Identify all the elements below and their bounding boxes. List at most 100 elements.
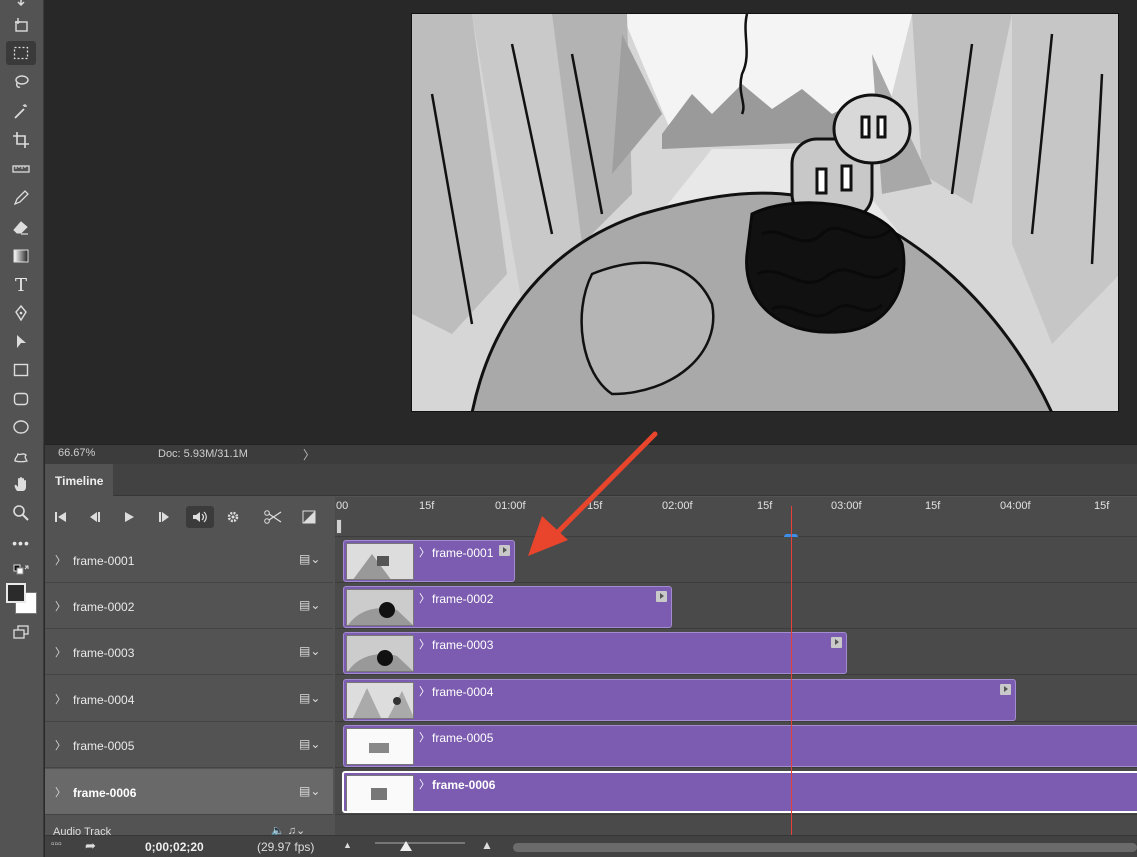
zoom-in-mountain-icon[interactable]: ▲	[481, 838, 493, 852]
ruler-label: 04:00f	[1000, 500, 1031, 512]
gradient-icon[interactable]	[6, 244, 36, 268]
work-area-start-handle[interactable]	[336, 519, 342, 534]
clip-end-marker-icon[interactable]	[1000, 684, 1011, 695]
film-strip-menu-icon[interactable]: ▤⌄	[299, 691, 320, 705]
ruler-icon[interactable]	[6, 157, 36, 181]
tools-panel: T •••	[0, 0, 44, 857]
zoom-out-mountain-icon[interactable]: ▲	[343, 840, 352, 850]
clip-thumbnail	[346, 682, 414, 719]
timeline-header: Timeline	[45, 464, 1137, 496]
layer-row-frame-0003[interactable]: 〉 frame-0003 ▤⌄	[45, 629, 333, 675]
default-colors-icon[interactable]	[6, 560, 36, 584]
lasso-icon[interactable]	[6, 70, 36, 94]
layer-row-frame-0004[interactable]: 〉 frame-0004 ▤⌄	[45, 676, 333, 722]
clip-label: frame-0003	[432, 638, 494, 652]
photoshop-window: T ••• 66.67% Doc: 5.93M/31.1M 〉 Timeline…	[0, 0, 1137, 857]
expand-chevron-icon[interactable]: 〉	[55, 644, 66, 660]
clip-label: frame-0005	[432, 731, 494, 745]
layer-row-frame-0006[interactable]: 〉 frame-0006 ▤⌄	[45, 769, 333, 815]
brush-icon[interactable]	[6, 186, 36, 210]
clip-frame-0006[interactable]: 〉 frame-0006	[342, 771, 1137, 813]
rectangle-icon[interactable]	[6, 358, 36, 382]
more-icon[interactable]: •••	[6, 531, 36, 555]
crop-icon[interactable]	[6, 128, 36, 152]
ruler-label: 15f	[419, 500, 435, 512]
ruler-label: 15f	[1094, 500, 1110, 512]
clip-expand-chevron-icon[interactable]: 〉	[419, 636, 430, 652]
layer-name: frame-0006	[73, 786, 137, 800]
clip-frame-0005[interactable]: 〉 frame-0005	[343, 725, 1137, 767]
transition-icon[interactable]	[297, 506, 321, 528]
clip-frame-0001[interactable]: 〉 frame-0001	[343, 540, 515, 582]
current-timecode[interactable]: 0;00;02;20	[145, 840, 204, 854]
type-icon[interactable]: T	[6, 273, 36, 297]
mute-audio-button[interactable]	[186, 506, 214, 528]
ellipse-icon[interactable]	[6, 415, 36, 439]
path-select-icon[interactable]	[6, 330, 36, 354]
previous-frame-button[interactable]	[83, 506, 107, 528]
eraser-icon[interactable]	[6, 215, 36, 239]
clip-expand-chevron-icon[interactable]: 〉	[419, 683, 430, 699]
clip-label: frame-0006	[432, 778, 496, 792]
film-strip-menu-icon[interactable]: ▤⌄	[299, 644, 320, 658]
split-at-playhead-scissors-icon[interactable]	[261, 506, 285, 528]
hand-icon[interactable]	[6, 472, 36, 496]
clip-expand-chevron-icon[interactable]: 〉	[419, 729, 430, 745]
settings-gear-icon[interactable]	[221, 506, 245, 528]
zoom-slider-thumb[interactable]	[400, 841, 412, 851]
ruler-label: 01:00f	[495, 500, 526, 512]
clip-expand-chevron-icon[interactable]: 〉	[419, 544, 430, 560]
go-to-first-frame-button[interactable]	[49, 506, 73, 528]
rounded-rect-icon[interactable]	[6, 387, 36, 411]
layer-list: 〉 frame-0001 ▤⌄ 〉 frame-0002 ▤⌄ 〉 frame-…	[45, 537, 333, 836]
layer-row-frame-0001[interactable]: 〉 frame-0001 ▤⌄	[45, 537, 333, 583]
tab-timeline[interactable]: Timeline	[45, 464, 113, 496]
clip-label: frame-0002	[432, 592, 494, 606]
play-button[interactable]	[117, 506, 141, 528]
expand-chevron-icon[interactable]: 〉	[55, 691, 66, 707]
foreground-color-swatch[interactable]	[6, 583, 26, 603]
playhead-line	[791, 506, 792, 857]
clip-expand-chevron-icon[interactable]: 〉	[419, 590, 430, 606]
time-ruler[interactable]: 00 15f 01:00f 15f 02:00f 15f 03:00f 15f …	[335, 497, 1137, 569]
clip-frame-0003[interactable]: 〉 frame-0003	[343, 632, 847, 674]
layer-name: frame-0003	[73, 646, 135, 660]
status-menu-arrow[interactable]: 〉	[303, 446, 315, 463]
clip-end-marker-icon[interactable]	[656, 591, 667, 602]
storyboard-artwork[interactable]	[411, 13, 1119, 412]
magic-wand-icon[interactable]	[6, 99, 36, 123]
zoom-icon[interactable]	[6, 501, 36, 525]
timeline-footer: ▫▫▫ ➦ 0;00;02;20 (29.97 fps) ▲ ▲	[45, 835, 1137, 857]
clip-end-marker-icon[interactable]	[831, 637, 842, 648]
layer-row-frame-0002[interactable]: 〉 frame-0002 ▤⌄	[45, 583, 333, 629]
frame-view-icon[interactable]: ▫▫▫	[51, 839, 62, 850]
film-strip-menu-icon[interactable]: ▤⌄	[299, 552, 320, 566]
clip-end-marker-icon[interactable]	[499, 545, 510, 556]
next-frame-button[interactable]	[152, 506, 176, 528]
clip-frame-0004[interactable]: 〉 frame-0004	[343, 679, 1016, 721]
screen-mode-icon[interactable]	[6, 620, 36, 644]
layer-name: frame-0001	[73, 554, 135, 568]
film-strip-menu-icon[interactable]: ▤⌄	[299, 784, 320, 798]
playback-controls	[45, 497, 333, 537]
film-strip-menu-icon[interactable]: ▤⌄	[299, 737, 320, 751]
clip-thumbnail	[346, 775, 414, 811]
color-swatches[interactable]	[5, 582, 39, 616]
timeline-horizontal-scrollbar[interactable]	[513, 843, 1137, 852]
expand-chevron-icon[interactable]: 〉	[55, 552, 66, 568]
expand-chevron-icon[interactable]: 〉	[55, 598, 66, 614]
marquee-icon[interactable]	[6, 41, 36, 65]
render-video-icon[interactable]: ➦	[85, 838, 96, 854]
layer-row-frame-0005[interactable]: 〉 frame-0005 ▤⌄	[45, 722, 333, 768]
expand-chevron-icon[interactable]: 〉	[55, 784, 66, 800]
clip-frame-0002[interactable]: 〉 frame-0002	[343, 586, 672, 628]
pen-icon[interactable]	[6, 301, 36, 325]
zoom-level[interactable]: 66.67%	[58, 447, 95, 459]
expand-chevron-icon[interactable]: 〉	[55, 737, 66, 753]
timeline-zoom-slider[interactable]	[375, 842, 465, 844]
custom-shape-icon[interactable]	[6, 444, 36, 468]
artboard-icon[interactable]	[6, 13, 36, 37]
film-strip-menu-icon[interactable]: ▤⌄	[299, 598, 320, 612]
move-icon[interactable]	[6, 0, 36, 14]
clip-expand-chevron-icon[interactable]: 〉	[419, 776, 430, 792]
